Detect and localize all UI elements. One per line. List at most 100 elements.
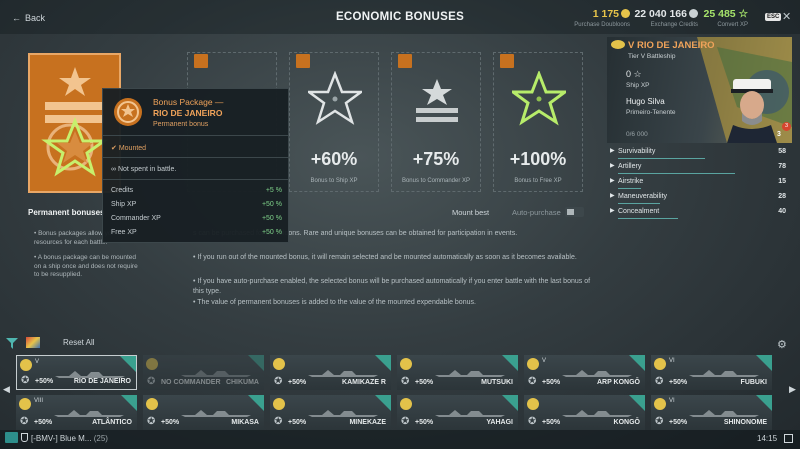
nation-icon bbox=[19, 398, 31, 410]
star-icon: ☆ bbox=[633, 69, 642, 79]
reset-all-button[interactable]: Reset All bbox=[63, 338, 95, 347]
ship-name: CHIKUMA bbox=[225, 379, 259, 386]
upgrade-icon[interactable] bbox=[194, 54, 208, 68]
ship-silhouette-icon bbox=[308, 410, 378, 417]
star-icon: ✪ bbox=[655, 416, 664, 427]
bonus-slot-commander-xp[interactable]: +75% Bonus to Commander XP bbox=[391, 52, 481, 192]
ship-card[interactable]: ✪ +50% KAMIKAZE R bbox=[270, 355, 391, 390]
stat-survivability[interactable]: ▶ Survivability 58 bbox=[610, 146, 790, 160]
ship-card[interactable]: ✪ +50% YAHAGI bbox=[397, 395, 518, 430]
ship-silhouette-icon bbox=[562, 370, 632, 377]
nation-filter-icon[interactable] bbox=[26, 337, 40, 348]
auto-purchase-toggle[interactable] bbox=[565, 207, 584, 217]
credits-balance[interactable]: 22 040 166 Exchange Credits bbox=[628, 8, 698, 28]
nation-icon bbox=[273, 358, 285, 370]
star-icon: ✪ bbox=[274, 376, 283, 387]
ship-bonus-percent: +50% bbox=[669, 379, 688, 386]
stat-concealment[interactable]: ▶ Concealment 40 bbox=[610, 206, 790, 220]
carousel-right-arrow-icon[interactable]: ▶ bbox=[789, 384, 796, 395]
ship-card[interactable]: V ✪ +50% ARP KONGŌ bbox=[524, 355, 645, 390]
ship-card[interactable]: ✪ +50% MUTSUKI bbox=[397, 355, 518, 390]
nation-icon bbox=[527, 398, 539, 410]
bonus-row: Ship XP +50 % bbox=[111, 201, 282, 208]
ship-card[interactable]: V ✪ +50% RIO DE JANEIRO bbox=[16, 355, 137, 390]
ship-tier: VIII bbox=[34, 398, 44, 404]
stat-airstrike[interactable]: ▶ Airstrike 15 bbox=[610, 176, 790, 190]
ship-bonus-percent: +50% bbox=[669, 419, 688, 426]
ship-card[interactable]: ✪ +50% MINEKAZE bbox=[270, 395, 391, 430]
stat-bar bbox=[618, 203, 660, 204]
nation-icon bbox=[273, 398, 285, 410]
star-icon: ✪ bbox=[528, 376, 537, 387]
bottom-bar bbox=[0, 430, 800, 449]
clan-shield-icon bbox=[21, 433, 28, 442]
star-icon: ✪ bbox=[401, 376, 410, 387]
ship-silhouette-icon bbox=[54, 410, 124, 417]
ship-card[interactable]: ✪ +50% KONGŌ bbox=[524, 395, 645, 430]
stat-artillery[interactable]: ▶ Artillery 78 bbox=[610, 161, 790, 175]
ship-bonus-percent: +50% bbox=[161, 419, 180, 426]
clock: 14:15 bbox=[757, 434, 778, 443]
ship-name: KONGŌ bbox=[613, 419, 640, 426]
esc-key-badge[interactable]: ESC bbox=[765, 13, 782, 21]
upgrade-icon[interactable] bbox=[296, 54, 310, 68]
nation-icon bbox=[146, 398, 158, 410]
clan-tag[interactable]: [-BMV-] Blue M... (25) bbox=[31, 434, 108, 443]
bonus-row: Commander XP +50 % bbox=[111, 215, 282, 222]
ship-silhouette-icon bbox=[308, 370, 378, 377]
bonus-slot-ship-xp[interactable]: +60% Bonus to Ship XP bbox=[289, 52, 379, 192]
stat-bar bbox=[618, 158, 705, 159]
ship-card[interactable]: VIII ✪ +50% ATLÂNTICO bbox=[16, 395, 137, 430]
chat-icon[interactable] bbox=[5, 432, 18, 443]
close-icon[interactable]: ✕ bbox=[782, 10, 791, 23]
skill-points: 3 bbox=[777, 131, 781, 138]
settings-gear-icon[interactable]: ⚙ bbox=[777, 338, 787, 351]
ship-info-panel: V RIO DE JANEIRO Tier V Battleship 0 ☆ S… bbox=[607, 37, 792, 143]
star-icon: ✪ bbox=[147, 376, 156, 387]
doubloons-balance[interactable]: 1 175 Purchase Doubloons bbox=[560, 8, 630, 28]
auto-purchase-label: Auto-purchase bbox=[512, 208, 561, 217]
bonus-row: Credits +5 % bbox=[111, 187, 282, 194]
carousel-left-arrow-icon[interactable]: ◀ bbox=[3, 384, 10, 395]
ship-bonus-percent: +50% bbox=[542, 379, 561, 386]
ship-card[interactable]: VI ✪ +50% FUBUKI bbox=[651, 355, 772, 390]
info-line: • If you have auto-purchase enabled, the… bbox=[193, 278, 591, 295]
chevron-right-icon: ▶ bbox=[610, 163, 615, 169]
stat-bar bbox=[618, 188, 641, 189]
upgrade-icon[interactable] bbox=[398, 54, 412, 68]
ship-name: SHINONOME bbox=[723, 419, 767, 426]
ship-silhouette-icon bbox=[435, 410, 505, 417]
upgrade-icon[interactable] bbox=[500, 54, 514, 68]
nation-icon bbox=[654, 398, 666, 410]
ship-name: YAHAGI bbox=[486, 419, 513, 426]
ship-tier: VI bbox=[669, 358, 675, 364]
commander-portrait[interactable] bbox=[727, 77, 777, 143]
infinity-icon: ∞ bbox=[111, 166, 116, 173]
ship-silhouette-icon bbox=[689, 370, 759, 377]
free-xp-balance[interactable]: 25 485 ☆ Convert XP bbox=[690, 8, 748, 28]
nation-icon bbox=[527, 358, 539, 370]
ship-bonus-percent: +50% bbox=[415, 379, 434, 386]
filter-icon[interactable] bbox=[6, 338, 18, 349]
stat-maneuverability[interactable]: ▶ Maneuverability 28 bbox=[610, 191, 790, 205]
bonus-slot-free-xp[interactable]: +100% Bonus to Free XP bbox=[493, 52, 583, 192]
ship-card[interactable]: ✪ +50% MIKASA bbox=[143, 395, 264, 430]
ship-card[interactable]: ✪ NO COMMANDER CHIKUMA bbox=[143, 355, 264, 390]
ship-silhouette-icon bbox=[562, 410, 632, 417]
ship-card[interactable]: VI ✪ +50% SHINONOME bbox=[651, 395, 772, 430]
chevron-right-icon: ▶ bbox=[610, 148, 615, 154]
fullscreen-icon[interactable] bbox=[784, 434, 793, 443]
star-icon: ✪ bbox=[528, 416, 537, 427]
commander-rank: Primeiro-Tenente bbox=[626, 109, 676, 116]
mount-best-button[interactable]: Mount best bbox=[452, 208, 489, 217]
ship-type: Tier V Battleship bbox=[628, 53, 676, 60]
star-icon: ✪ bbox=[147, 416, 156, 427]
star-icon: ✪ bbox=[21, 375, 30, 386]
ship-bonus-percent: +50% bbox=[35, 378, 54, 385]
nation-icon bbox=[611, 40, 625, 49]
star-icon: ✪ bbox=[401, 416, 410, 427]
ship-silhouette-icon bbox=[181, 410, 251, 417]
ship-name: MINEKAZE bbox=[349, 419, 386, 426]
ship-xp-label: Ship XP bbox=[626, 82, 650, 89]
star-icon: ✪ bbox=[274, 416, 283, 427]
